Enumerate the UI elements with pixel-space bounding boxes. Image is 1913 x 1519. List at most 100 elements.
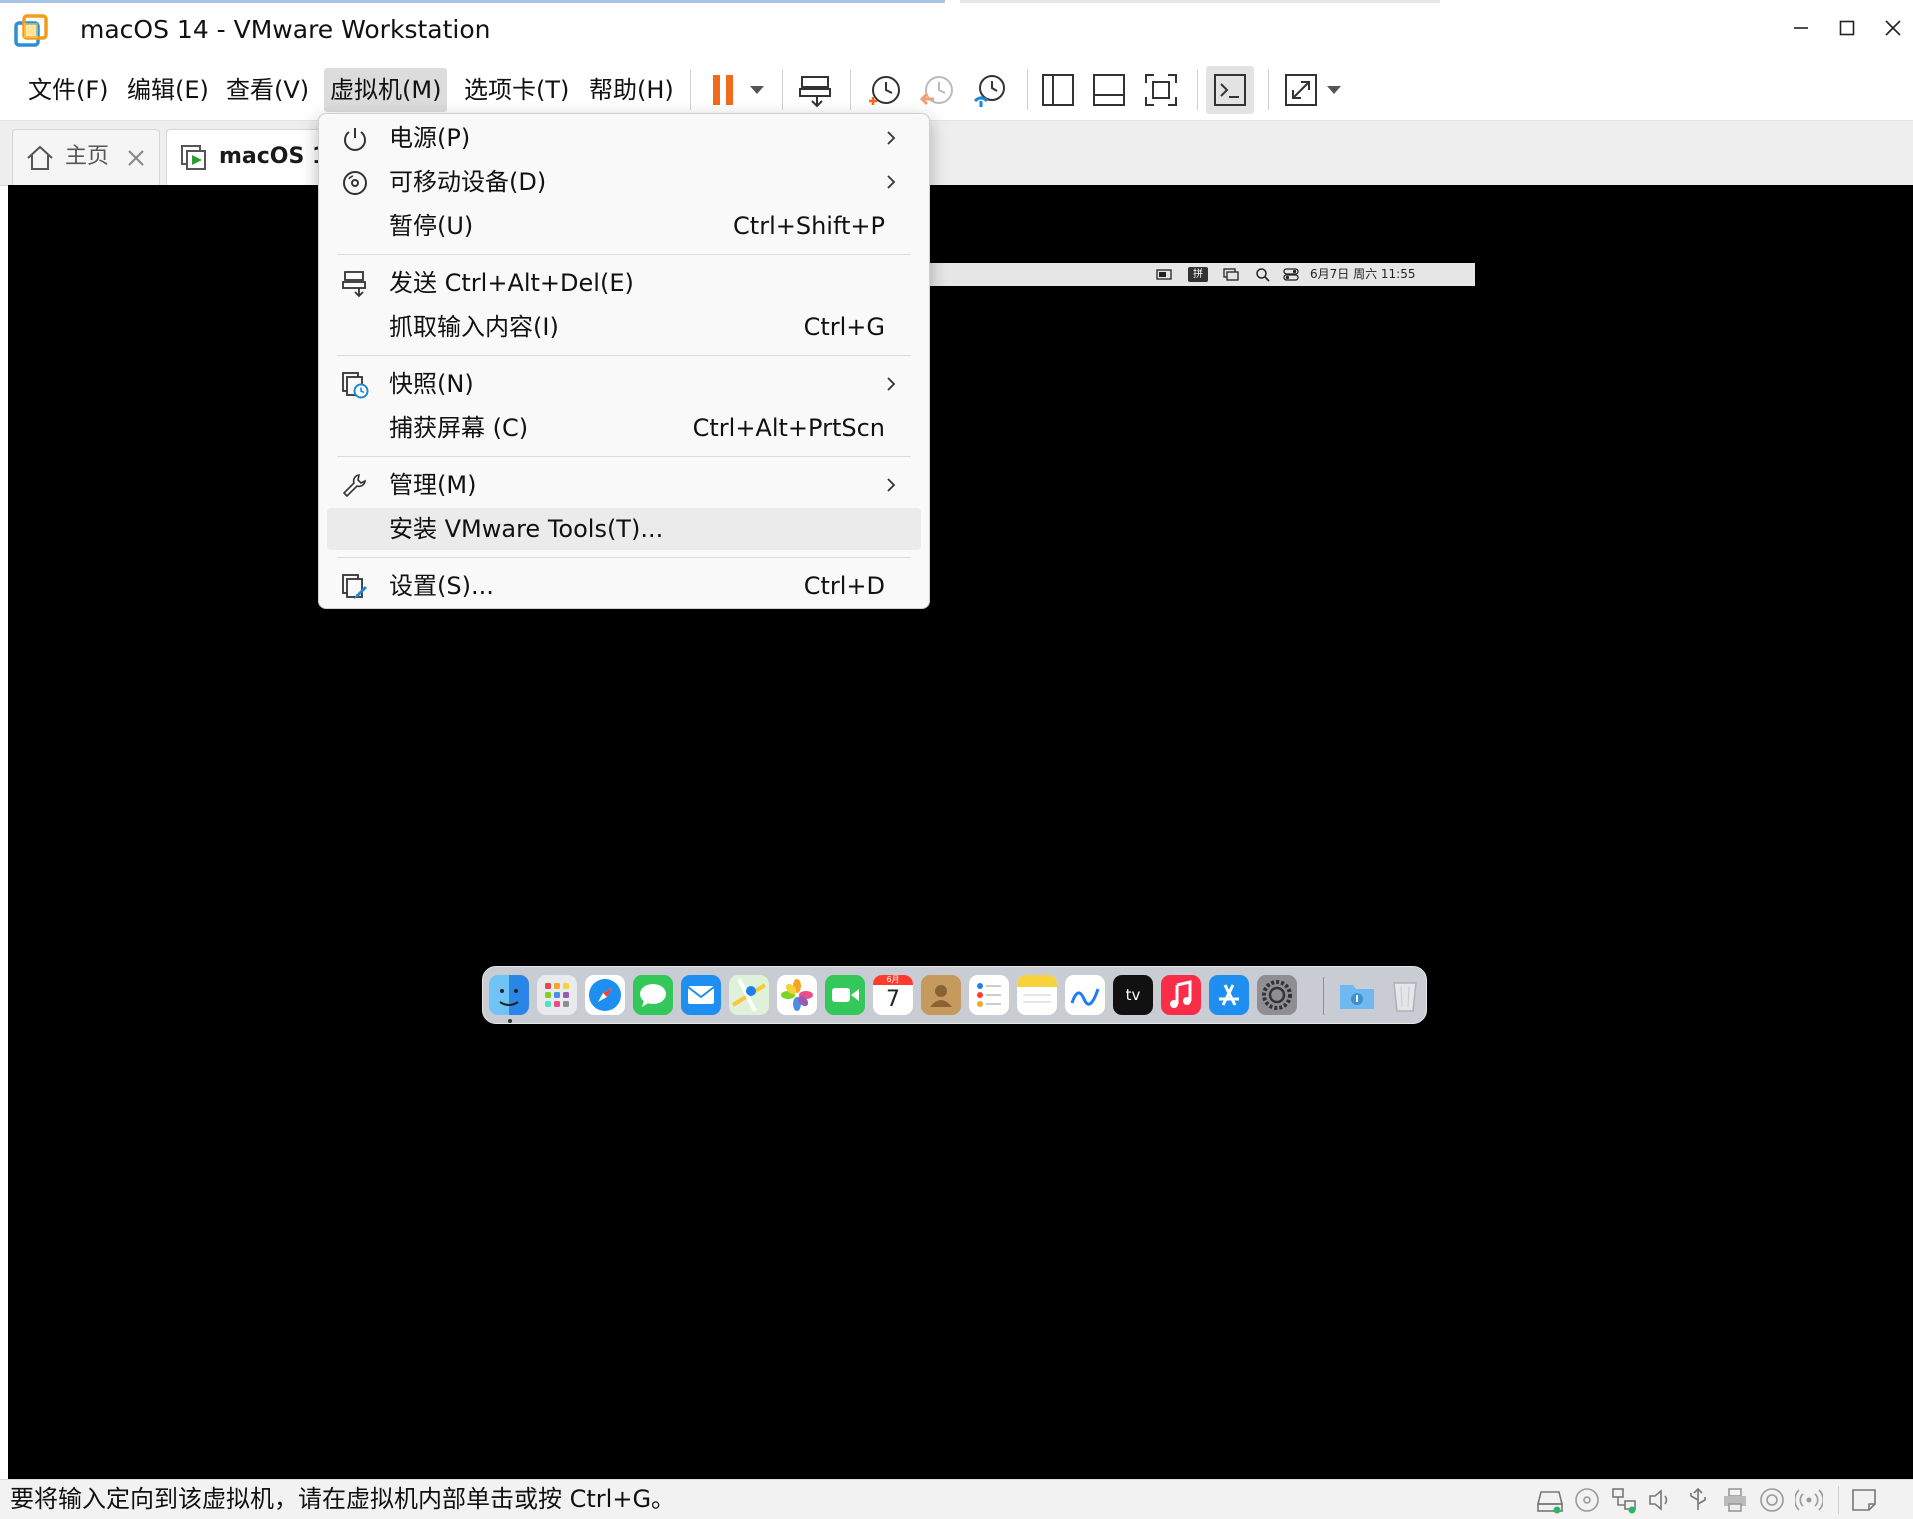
menu-item-power[interactable]: 电源(P) (327, 117, 921, 159)
search-icon[interactable] (1255, 267, 1271, 282)
hdd-icon[interactable] (1536, 1486, 1564, 1514)
menu-item-removable-devices-label: 可移动设备(D) (389, 168, 547, 196)
menu-item-pause-label: 暂停(U) (389, 212, 474, 240)
cd-icon[interactable] (1573, 1486, 1601, 1514)
calendar-app-icon[interactable]: 6月 7 (873, 975, 913, 1015)
close-window-button[interactable] (1873, 8, 1913, 48)
app-store-app-icon[interactable] (1209, 975, 1249, 1015)
menu-item-grab-input[interactable]: 抓取输入内容(I) Ctrl+G (327, 306, 921, 348)
menu-item-capture-screen[interactable]: 捕获屏幕 (C) Ctrl+Alt+PrtScn (327, 407, 921, 449)
finder-app-icon[interactable] (489, 975, 529, 1015)
control-center-icon[interactable] (1283, 267, 1299, 282)
music-app-icon[interactable] (1161, 975, 1201, 1015)
facetime-app-icon[interactable] (825, 975, 865, 1015)
maximize-button[interactable] (1827, 8, 1867, 48)
maps-app-icon[interactable] (729, 975, 769, 1015)
menu-item-snapshot[interactable]: 快照(N) (327, 363, 921, 405)
wrench-icon (342, 474, 366, 498)
menu-vm[interactable]: 虚拟机(M) (324, 68, 448, 112)
power-dropdown-button[interactable] (746, 78, 768, 102)
minimize-button[interactable] (1781, 8, 1821, 48)
menu-edit[interactable]: 编辑(E) (121, 68, 215, 112)
menu-item-pause[interactable]: 暂停(U) Ctrl+Shift+P (327, 205, 921, 247)
guest-clock[interactable]: 6月7日 周六 11:55 (1310, 263, 1415, 286)
menu-item-removable-devices[interactable]: 可移动设备(D) (327, 161, 921, 203)
thumbnail-bar-icon (1093, 74, 1125, 106)
menu-help[interactable]: 帮助(H) (583, 68, 680, 112)
wireless-icon[interactable] (1795, 1486, 1823, 1514)
vm-console[interactable] (8, 185, 1913, 1479)
mail-app-icon[interactable] (681, 975, 721, 1015)
tab-macos-14[interactable]: macOS 14 (166, 129, 343, 185)
stretch-guest-button[interactable] (1277, 66, 1325, 114)
menu-item-settings[interactable]: 设置(S)... Ctrl+D (327, 565, 921, 607)
menu-item-grab-input-label: 抓取输入内容(I) (389, 313, 559, 341)
menu-separator (337, 557, 911, 558)
vm-icon (181, 145, 206, 170)
menu-item-manage[interactable]: 管理(M) (327, 464, 921, 506)
status-separator (1838, 1486, 1839, 1514)
tab-strip: 主页 macOS 14 (0, 121, 1913, 186)
menu-separator (337, 254, 911, 255)
library-pane-icon (1042, 74, 1074, 106)
toolbar-separator (690, 70, 691, 110)
safari-app-icon[interactable] (585, 975, 625, 1015)
power-icon (344, 128, 366, 151)
menu-item-install-vmware-tools[interactable]: 安装 VMware Tools(T)... (327, 508, 921, 550)
message-icon[interactable] (1850, 1486, 1878, 1514)
send-keys-icon (342, 271, 366, 298)
toolbar-separator (782, 70, 783, 110)
menu-item-manage-label: 管理(M) (389, 471, 477, 499)
contacts-app-icon[interactable] (921, 975, 961, 1015)
menu-file[interactable]: 文件(F) (22, 68, 115, 112)
tab-home-label: 主页 (65, 144, 110, 169)
send-ctrl-alt-del-button[interactable] (792, 66, 840, 114)
notes-app-icon[interactable] (1017, 975, 1057, 1015)
trash-icon[interactable] (1385, 975, 1425, 1015)
fullscreen-button[interactable] (1137, 66, 1185, 114)
menu-item-capture-screen-label: 捕获屏幕 (C) (389, 414, 529, 442)
camera-icon[interactable] (1758, 1486, 1786, 1514)
menu-item-pause-shortcut: Ctrl+Shift+P (733, 212, 885, 240)
reminders-app-icon[interactable] (969, 975, 1009, 1015)
menu-tabs[interactable]: 选项卡(T) (458, 68, 575, 112)
tab-home[interactable]: 主页 (12, 129, 160, 185)
library-pane-button[interactable] (1034, 66, 1082, 114)
input-method-indicator[interactable]: 拼 (1188, 267, 1208, 282)
sound-icon[interactable] (1647, 1486, 1675, 1514)
launchpad-app-icon[interactable] (537, 975, 577, 1015)
chevron-right-icon (887, 131, 896, 145)
usb-icon[interactable] (1684, 1486, 1712, 1514)
stretch-dropdown-button[interactable] (1323, 78, 1345, 102)
guest-menu-bar: 拼 6月7日 周六 11:55 (920, 263, 1475, 286)
console-view-button[interactable] (1206, 66, 1254, 114)
status-message: 要将输入定向到该虚拟机，请在虚拟机内部单击或按 Ctrl+G。 (10, 1485, 676, 1513)
network-icon[interactable] (1610, 1486, 1638, 1514)
send-ctrl-alt-del-icon (799, 76, 831, 108)
pause-button[interactable] (699, 66, 747, 114)
thumbnail-bar-button[interactable] (1085, 66, 1133, 114)
chevron-right-icon (887, 478, 896, 492)
messages-app-icon[interactable] (633, 975, 673, 1015)
display-icon[interactable] (1156, 267, 1172, 282)
take-snapshot-button[interactable] (860, 66, 908, 114)
menu-item-send-ctrl-alt-del[interactable]: 发送 Ctrl+Alt+Del(E) (327, 262, 921, 304)
photos-app-icon[interactable] (777, 975, 817, 1015)
snapshot-revert-icon (919, 76, 953, 106)
close-icon[interactable] (123, 145, 149, 171)
downloads-folder-icon[interactable] (1337, 975, 1377, 1015)
revert-snapshot-button[interactable] (913, 66, 961, 114)
window-title: macOS 14 - VMware Workstation (80, 15, 491, 44)
menu-item-snapshot-label: 快照(N) (389, 370, 474, 398)
system-settings-app-icon[interactable] (1257, 975, 1297, 1015)
home-icon (27, 145, 53, 170)
printer-icon[interactable] (1721, 1486, 1749, 1514)
stretch-guest-icon (1285, 74, 1317, 106)
tv-app-icon[interactable]: tv (1113, 975, 1153, 1015)
pause-icon (713, 75, 733, 105)
snapshot-manager-button[interactable] (966, 66, 1014, 114)
window-switcher-icon[interactable] (1223, 267, 1239, 282)
menu-view[interactable]: 查看(V) (220, 68, 315, 112)
maximize-icon (1839, 20, 1855, 36)
freeform-app-icon[interactable] (1065, 975, 1105, 1015)
